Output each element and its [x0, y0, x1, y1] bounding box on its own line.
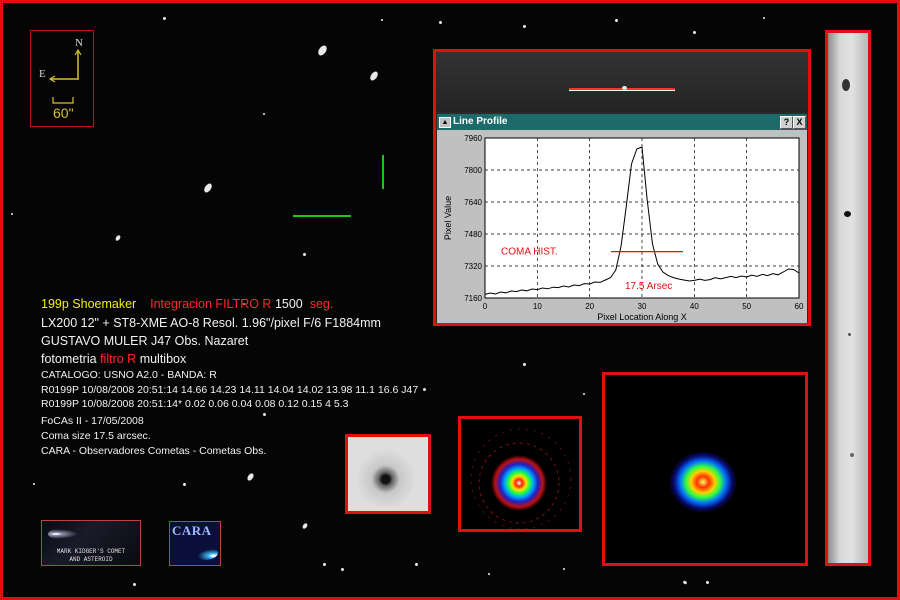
x-tick-label: 20	[585, 302, 594, 311]
y-axis-label: Pixel Value	[443, 196, 453, 240]
strip-star	[622, 86, 627, 90]
star	[682, 580, 688, 585]
measurement-line-1: R0199P 10/08/2008 20:51:14 14.66 14.23 1…	[41, 384, 419, 396]
strip-spot	[844, 211, 851, 217]
y-tick-label: 7960	[464, 134, 482, 143]
star	[340, 567, 345, 572]
comet-logo-icon	[48, 527, 88, 541]
integration-prefix: Integracion FILTRO R	[150, 297, 272, 311]
star	[614, 18, 619, 23]
info-title-line: 199p Shoemaker Integracion FILTRO R 1500…	[41, 297, 333, 311]
star	[10, 212, 14, 216]
star	[322, 562, 327, 567]
y-tick-label: 7480	[464, 230, 482, 239]
star	[262, 112, 266, 116]
catalog-line: CATALOGO: USNO A2.0 - BANDA: R	[41, 369, 217, 381]
x-tick-label: 50	[742, 302, 751, 311]
mark-kidger-logo: MARK KIDGER'S COMET AND ASTEROID	[41, 520, 141, 566]
star	[162, 16, 167, 21]
comet-isophote-thumbnail	[458, 416, 582, 532]
line-profile-panel: ▲ Line Profile ? X 0 10 20 30 40 50 60 7160 7320…	[433, 49, 811, 326]
comet-thumbnail-negative	[345, 434, 431, 514]
y-tick-label: 7160	[464, 294, 482, 303]
star	[132, 582, 137, 587]
profile-chart: 0 10 20 30 40 50 60 7160 7320 7480 7640 7800 7960 Pix…	[443, 134, 804, 322]
star	[522, 362, 527, 367]
comet-logo-icon	[190, 546, 218, 560]
star	[562, 567, 566, 571]
star	[262, 412, 267, 417]
window-title-bar: ▲ Line Profile ? X	[437, 114, 807, 130]
x-axis-label: Pixel Location Along X	[597, 312, 687, 322]
strip-spot	[842, 79, 850, 91]
scale-label: 60"	[53, 105, 74, 121]
integration-unit: seg.	[309, 297, 334, 311]
y-tick-label: 7640	[464, 198, 482, 207]
observer-line: GUSTAVO MULER J47 Obs. Nazaret	[41, 334, 249, 348]
star	[487, 572, 491, 576]
star	[301, 522, 309, 530]
logo-text-2: AND ASTEROID	[69, 556, 113, 563]
star	[32, 482, 36, 486]
star	[246, 472, 255, 482]
star	[316, 43, 329, 58]
x-tick-label: 0	[483, 302, 488, 311]
window-title: Line Profile	[453, 116, 508, 127]
credits-line: CARA - Observadores Cometas - Cometas Ob…	[41, 445, 267, 457]
star	[692, 30, 697, 35]
x-tick-label: 60	[795, 302, 804, 311]
line-profile-window: ▲ Line Profile ? X 0 10 20 30 40 50 60 7160 7320…	[437, 114, 807, 323]
comet-marker-vertical	[382, 155, 384, 189]
integration-value: 1500	[274, 297, 303, 311]
arcsec-label: 17.5 Arsec	[625, 281, 672, 292]
photometry-suffix: multibox	[139, 352, 187, 366]
y-tick-label: 7320	[464, 262, 482, 271]
comet-trail-strip	[825, 30, 871, 566]
software-line: FoCAs II - 17/05/2008	[41, 415, 144, 427]
y-tick-label: 7800	[464, 166, 482, 175]
photometry-prefix: fotometria	[41, 352, 97, 366]
star	[202, 182, 214, 194]
cara-logo: CARA	[169, 521, 221, 566]
star	[422, 387, 427, 392]
star	[438, 20, 443, 25]
star	[368, 70, 380, 82]
star	[414, 562, 419, 567]
star	[582, 392, 586, 396]
photometry-line: fotometria filtro R multibox	[41, 352, 186, 366]
coma-size-line: Coma size 17.5 arcsec.	[41, 430, 151, 442]
star	[522, 24, 527, 29]
comet-marker-horizontal	[293, 215, 351, 217]
object-name: 199p Shoemaker	[41, 297, 137, 311]
help-button[interactable]: ?	[780, 116, 793, 129]
coma-hist-label: COMA HIST.	[501, 247, 558, 258]
compass-box: N E 60"	[30, 30, 94, 127]
strip-spot	[850, 453, 854, 457]
isophote-map	[470, 428, 572, 529]
equipment-line: LX200 12" + ST8-XME AO-8 Resol. 1.96"/pi…	[41, 316, 381, 330]
cara-logo-text: CARA	[172, 523, 212, 538]
x-tick-label: 30	[638, 302, 647, 311]
false-color-map	[669, 451, 737, 513]
star	[380, 18, 384, 22]
strip-spot	[848, 333, 851, 336]
star	[114, 234, 122, 242]
x-tick-label: 10	[533, 302, 542, 311]
window-menu-icon[interactable]: ▲	[439, 117, 451, 128]
star	[182, 482, 187, 487]
measurement-line-2: R0199P 10/08/2008 20:51:14* 0.02 0.06 0.…	[41, 398, 349, 410]
comet-false-color-thumbnail	[602, 372, 808, 566]
x-tick-label: 40	[690, 302, 699, 311]
profile-image-strip	[436, 52, 808, 112]
photometry-filter: filtro R	[100, 352, 137, 366]
logo-text-1: MARK KIDGER'S COMET	[56, 548, 126, 555]
star	[302, 252, 307, 257]
star	[705, 580, 710, 585]
star	[762, 16, 766, 20]
comet-image-composite: N E 60" 199p Shoemaker Integracion FILTR…	[0, 0, 900, 600]
close-button[interactable]: X	[793, 116, 806, 129]
